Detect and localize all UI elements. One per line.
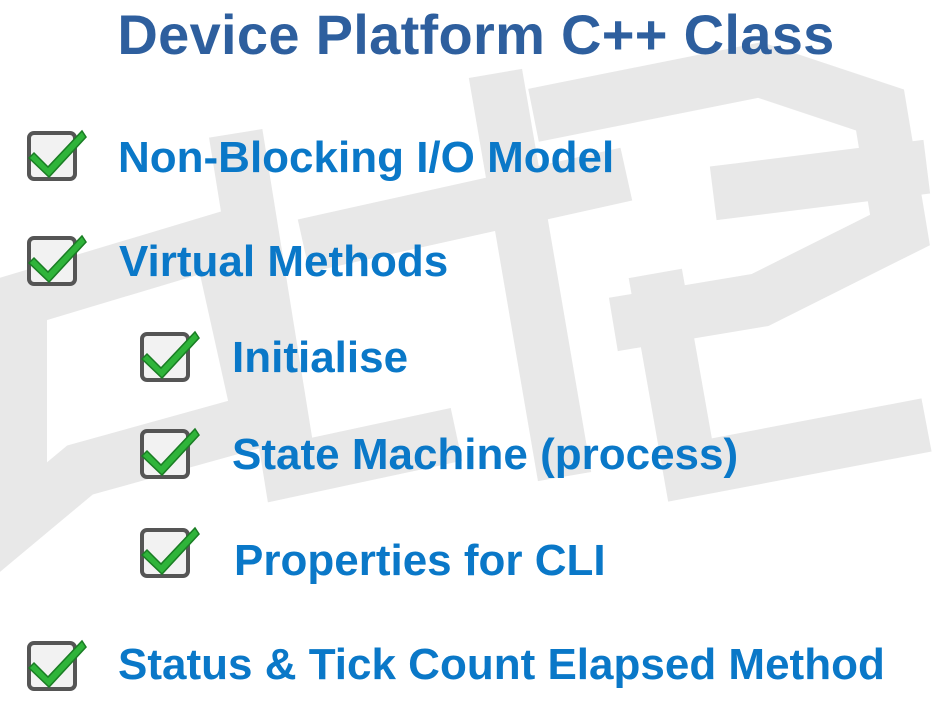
checklist-item-label: State Machine (process) <box>232 430 739 479</box>
checklist-item-label: Non-Blocking I/O Model <box>118 133 615 182</box>
checklist-item-label: Status & Tick Count Elapsed Method <box>118 640 885 689</box>
checklist-item-label: Properties for CLI <box>234 536 606 585</box>
checked-box-icon <box>27 639 87 691</box>
checklist-item-label: Initialise <box>232 333 409 382</box>
slide-title: Device Platform C++ Class <box>117 3 835 66</box>
checked-box-icon <box>140 526 200 578</box>
checked-box-icon <box>27 234 87 286</box>
checked-box-icon <box>140 330 200 382</box>
checklist-item-label: Virtual Methods <box>119 237 449 286</box>
checked-box-icon <box>27 129 87 181</box>
checked-box-icon <box>140 427 200 479</box>
